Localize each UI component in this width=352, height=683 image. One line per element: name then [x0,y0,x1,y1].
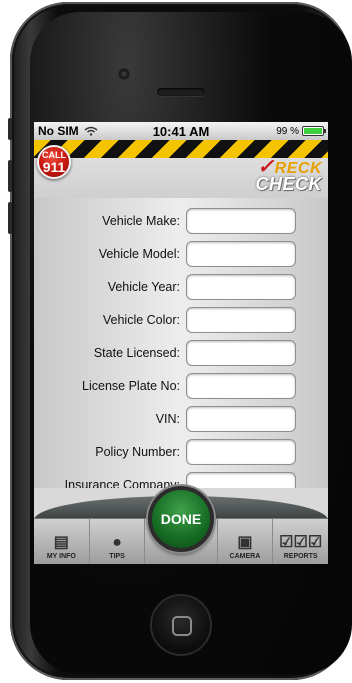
tab-tips-label: TIPS [109,553,125,560]
carrier-label: No SIM [38,124,79,138]
home-square-icon [172,616,192,636]
wifi-icon [84,126,98,136]
form-row: Policy Number: [34,435,328,468]
tab-bar: ▤ MY INFO ● TIPS ▣ CAMERA ☑☑☑ REPORTS DO… [34,486,328,564]
status-bar: No SIM 10:41 AM 99 % [34,122,328,140]
tab-reports-label: REPORTS [283,553,318,560]
tab-reports[interactable]: ☑☑☑ REPORTS [273,519,328,564]
tab-camera-label: CAMERA [229,553,261,560]
lightbulb-icon: ● [112,534,122,551]
form-input[interactable] [186,372,296,399]
form-input[interactable] [186,339,296,366]
app-header: CALL 911 ✓RECK CHECK [34,140,328,198]
home-button[interactable] [150,594,212,656]
field-label: Vehicle Model: [98,246,180,261]
id-card-icon: ▤ [53,534,69,551]
battery-percent: 99 % [276,125,299,137]
vehicle-form: Vehicle Make: Vehicle Model: Vehicle Year:… [34,198,328,488]
form-input[interactable] [186,207,296,234]
form-input[interactable] [186,438,296,465]
wreck-check-logo: ✓RECK CHECK [255,156,322,195]
call-911-button[interactable]: CALL 911 [37,145,71,179]
field-label: Vehicle Make: [102,213,180,228]
battery-icon [302,126,326,136]
front-camera [118,68,130,80]
tab-my-info[interactable]: ▤ MY INFO [34,519,90,564]
form-row: Vehicle Color: [34,303,328,336]
form-input[interactable] [186,273,296,300]
mute-switch [8,118,12,140]
volume-up-button [8,160,12,192]
field-label: Policy Number: [95,444,180,459]
tab-tips[interactable]: ● TIPS [90,519,146,564]
field-label: State Licensed: [93,345,180,360]
done-button[interactable]: DONE [148,486,214,552]
form-row: Vehicle Make: [34,204,328,237]
form-row: Vehicle Year: [34,270,328,303]
earpiece-speaker [157,88,205,96]
field-label: License Plate No: [82,378,180,393]
call-number: 911 [42,158,66,175]
tab-camera[interactable]: ▣ CAMERA [218,519,274,564]
form-input[interactable] [186,405,296,432]
app-screen: No SIM 10:41 AM 99 % CALL 911 ✓RECK CHEC… [34,122,328,564]
hazard-stripe [34,140,328,158]
tab-my-info-label: MY INFO [46,553,76,560]
field-label: Vehicle Color: [102,312,180,327]
field-label: VIN: [155,411,180,426]
form-row: Vehicle Model: [34,237,328,270]
form-row: State Licensed: [34,336,328,369]
camera-icon: ▣ [237,534,253,551]
volume-down-button [8,202,12,234]
form-input[interactable] [186,240,296,267]
checklist-icon: ☑☑☑ [279,534,323,551]
form-row: Insurance Company: [34,468,328,488]
battery-fill [304,128,322,134]
done-label: DONE [160,511,202,527]
field-label: Vehicle Year: [107,279,180,294]
form-input[interactable] [186,306,296,333]
form-row: License Plate No: [34,369,328,402]
form-row: VIN: [34,402,328,435]
